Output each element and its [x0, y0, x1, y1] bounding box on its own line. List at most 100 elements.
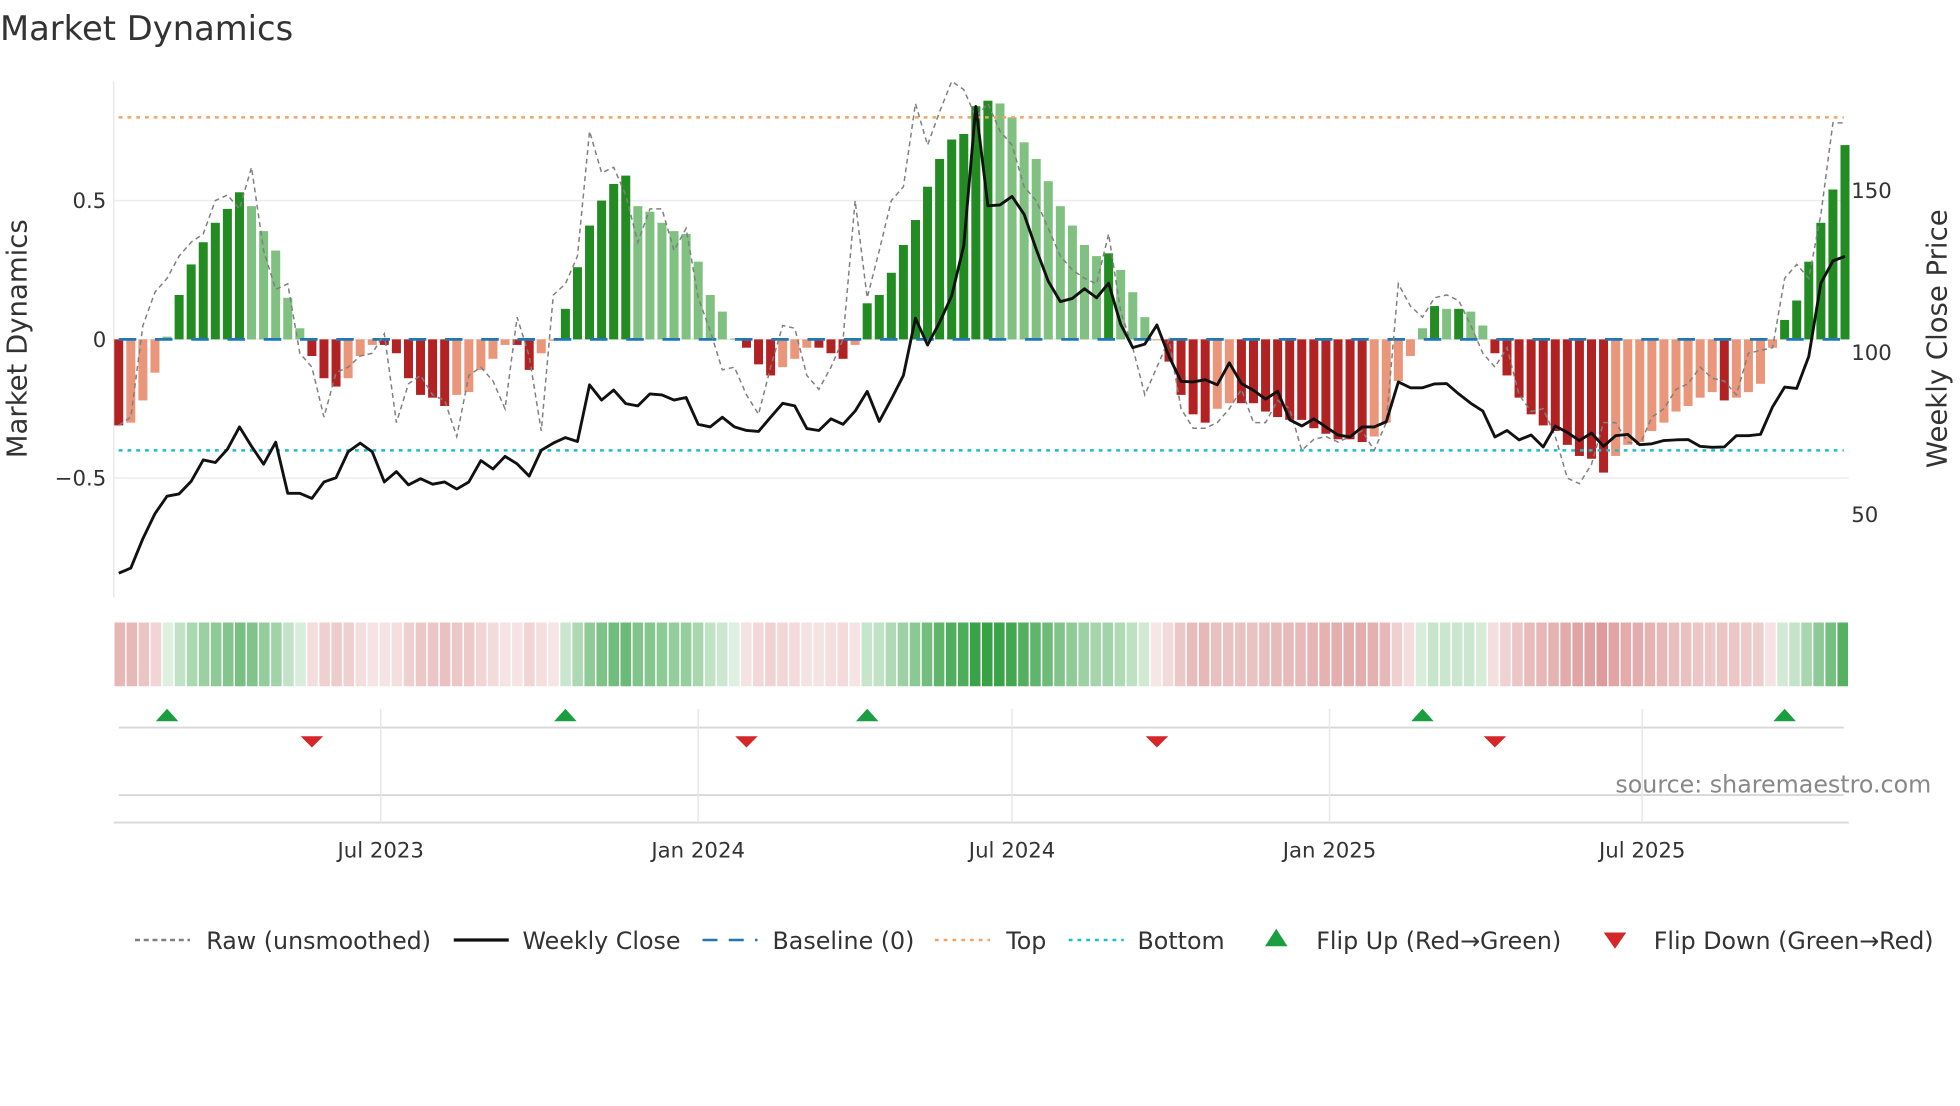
strip-cell [1512, 622, 1523, 687]
strip-cell [1150, 622, 1162, 687]
bar [838, 339, 848, 359]
strip-cell [114, 622, 126, 687]
strip-cell [1090, 622, 1101, 687]
strip-cell [138, 622, 150, 687]
bar [1719, 339, 1729, 401]
strip-cell [210, 622, 222, 687]
strip-cell [198, 622, 210, 687]
strip-cell [1222, 622, 1234, 687]
strip-cell [524, 622, 535, 687]
dynamics-heat-strip [114, 622, 1848, 687]
strip-cell [1475, 622, 1487, 687]
strip-cell [1765, 622, 1776, 687]
strip-cell [512, 622, 523, 687]
bar [597, 200, 607, 340]
strip-cell [1174, 622, 1186, 687]
strip-cell [1488, 622, 1499, 687]
legend-triangle-down-icon [1603, 932, 1627, 949]
bar [198, 242, 208, 340]
legend-label: Weekly Close [523, 927, 681, 955]
strip-cell [1415, 622, 1427, 687]
bar [560, 308, 570, 340]
strip-cell [885, 622, 897, 687]
strip-cell [1307, 622, 1318, 687]
legend-label: Flip Down (Green→Red) [1654, 927, 1934, 955]
strip-cell [475, 622, 487, 687]
strip-cell [765, 622, 776, 687]
bar [1297, 339, 1307, 420]
bar [1780, 319, 1790, 340]
bar [669, 231, 679, 340]
strip-cell [174, 622, 186, 687]
x-tick-label: Jul 2023 [335, 839, 423, 864]
y2-tick-label: 50 [1851, 503, 1878, 528]
strip-cell [379, 622, 391, 687]
strip-cell [1596, 622, 1608, 687]
strip-cell [1524, 622, 1535, 687]
bar [1442, 308, 1452, 340]
strip-cell [1704, 622, 1716, 687]
strip-cell [1789, 622, 1800, 687]
bar [609, 183, 619, 340]
bar [1454, 308, 1464, 340]
bar [500, 339, 510, 345]
strip-cell [222, 622, 234, 687]
bar [259, 231, 269, 340]
strip-cell [1078, 622, 1089, 687]
bar [1369, 339, 1379, 437]
strip-cell [1729, 622, 1740, 687]
strip-cell [861, 622, 873, 687]
strip-cell [813, 622, 824, 687]
bar [681, 233, 691, 340]
x-tick-label: Jan 2025 [1281, 839, 1377, 864]
bar [1514, 339, 1524, 398]
strip-cell [728, 622, 740, 687]
bar [1550, 339, 1560, 431]
legend-label: Raw (unsmoothed) [206, 927, 431, 955]
strip-cell [1500, 622, 1511, 687]
strip-cell [307, 622, 318, 687]
strip-cell [1102, 622, 1114, 687]
bar [995, 103, 1005, 340]
strip-cell [1632, 622, 1644, 687]
flip-up-marker-icon [1411, 708, 1434, 722]
x-tick-label: Jan 2024 [649, 839, 745, 864]
bar [210, 222, 220, 340]
bar [983, 100, 993, 340]
strip-cell [150, 622, 162, 687]
strip-cell [271, 622, 282, 687]
strip-cell [1198, 622, 1210, 687]
strip-cell [933, 622, 945, 687]
strip-cell [367, 622, 379, 687]
legend: Raw (unsmoothed) Weekly Close Baseline (0)… [135, 927, 1934, 955]
bar [428, 339, 438, 398]
bar [1743, 339, 1753, 393]
flip-up-marker-icon [1773, 708, 1796, 722]
legend-label: Bottom [1138, 927, 1225, 955]
bar [1285, 339, 1295, 420]
strip-cell [1536, 622, 1547, 687]
bar [476, 339, 486, 370]
strip-cell [1343, 622, 1355, 687]
strip-cell [1066, 622, 1077, 687]
bar [391, 339, 401, 354]
bar [1212, 339, 1222, 409]
strip-cell [1451, 622, 1463, 687]
flip-panel [113, 726, 1849, 824]
bar [947, 139, 957, 340]
x-gridlines [379, 708, 1643, 823]
strip-cell [1572, 622, 1583, 687]
bar [1007, 117, 1017, 340]
bar [1478, 325, 1488, 340]
bar [1647, 339, 1657, 431]
strip-cell [1162, 622, 1174, 687]
bar [488, 339, 498, 359]
strip-cell [415, 622, 427, 687]
bar [126, 339, 136, 423]
y2-tick-label: 150 [1851, 179, 1892, 204]
bar [1671, 339, 1681, 412]
strip-cell [355, 622, 367, 687]
strip-cell [1644, 622, 1656, 687]
y-tick-label: 0.5 [72, 189, 106, 214]
bar [234, 192, 244, 340]
